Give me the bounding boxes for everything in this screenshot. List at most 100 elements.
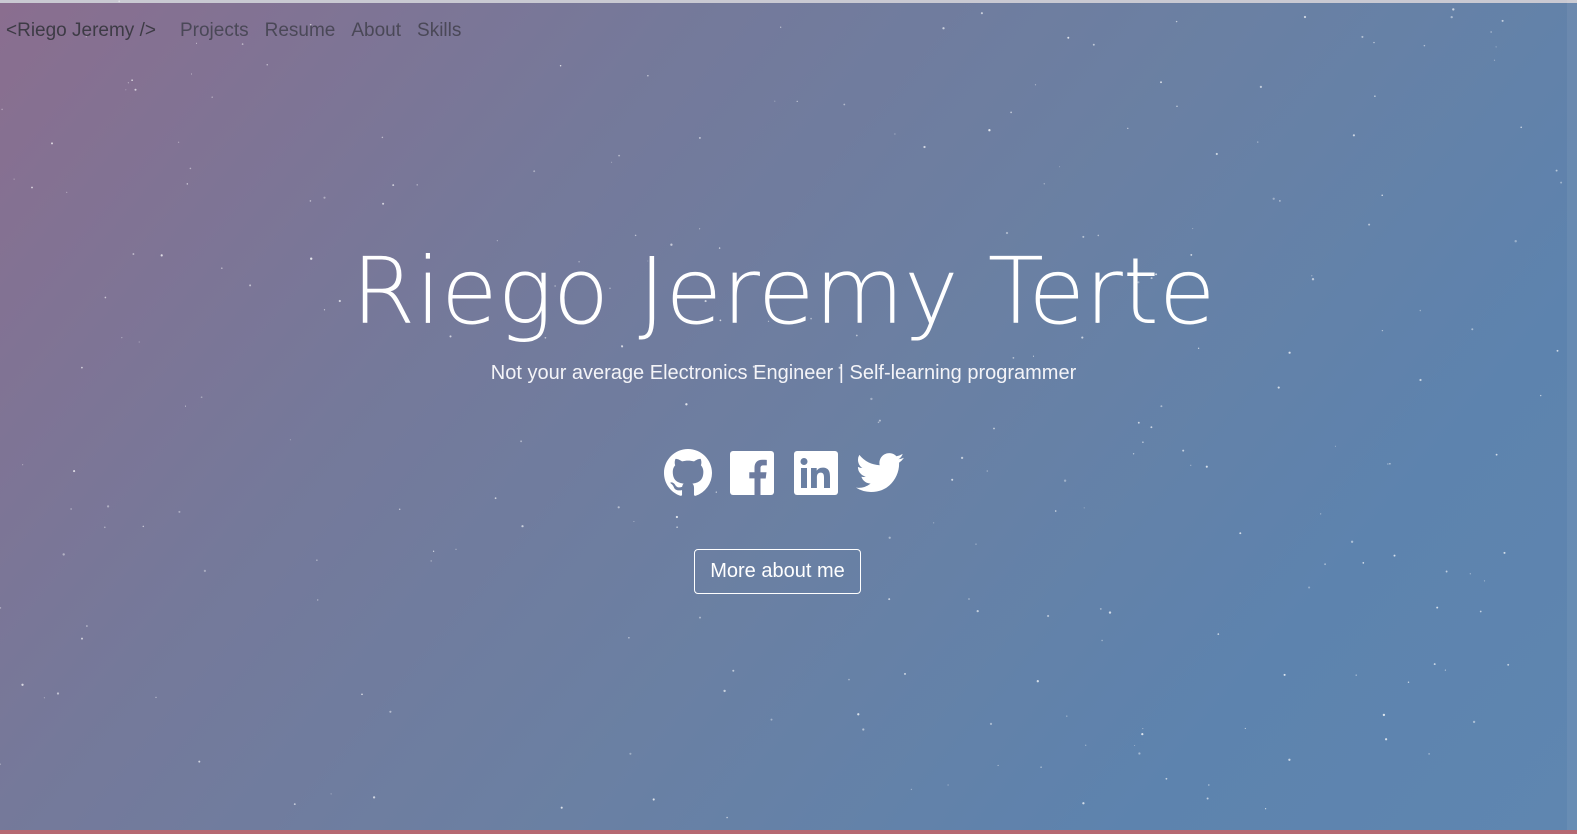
star-dot [389,710,392,713]
star-dot [196,42,197,44]
star-dot [1373,41,1375,44]
star-dot [947,784,949,786]
star-dot [652,798,655,801]
star-dot [559,64,562,67]
star-dot [392,184,395,187]
star-dot [878,419,881,422]
star-dot [1384,738,1388,741]
star-dot [1490,31,1492,33]
github-icon[interactable] [663,449,712,497]
nav-link-projects[interactable]: Projects [180,20,249,42]
star-dot [520,440,523,443]
star-dot [1160,81,1162,84]
facebook-icon[interactable] [728,449,776,497]
star-dot [1495,46,1497,48]
star-dot [1382,713,1386,717]
star-dot [975,543,977,545]
star-dot [50,142,54,145]
star-dot [904,672,906,675]
star-dot [1059,166,1061,168]
star-dot [1206,797,1209,800]
star-dot [1362,562,1365,564]
star-dot [1108,611,1112,614]
star-dot [1272,197,1275,200]
star-dot [843,103,846,106]
star-dot [633,520,635,523]
star-dot [1215,152,1218,156]
star-dot [1334,445,1336,447]
star-dot [241,43,244,45]
star-dot [316,559,318,561]
linkedin-icon[interactable] [792,449,840,497]
star-dot [1503,551,1506,554]
twitter-icon[interactable] [855,449,904,497]
star-dot [1352,134,1355,137]
star-dot [372,796,376,799]
star-dot [1520,126,1523,129]
star-dot [142,525,145,528]
star-dot [1355,674,1357,676]
star-dot [1381,194,1383,196]
nav-link-resume[interactable]: Resume [265,20,336,42]
star-dot [21,683,24,686]
more-about-me-button[interactable]: More about me [694,549,861,594]
star-dot [888,536,891,539]
star-dot [698,136,701,139]
scrollbar-track[interactable] [1567,0,1577,834]
star-dot [1428,753,1430,755]
star-dot [618,154,621,157]
brand-logo-link[interactable]: <Riego Jeremy /> [6,20,156,42]
star-dot [1099,607,1102,610]
star-dot [1277,386,1280,389]
hero-tagline: Not your average Electronics Engineer | … [490,362,1077,384]
star-dot [1082,802,1085,805]
star-dot [1279,200,1281,202]
star-dot [862,728,865,731]
star-dot [1444,669,1446,671]
star-dot [968,598,970,600]
star-dot [1501,19,1504,22]
star-dot [629,752,632,755]
star-dot [1540,394,1542,397]
star-dot [432,550,435,552]
star-dot [62,553,65,556]
star-dot [289,439,291,441]
star-dot [1450,15,1453,19]
star-dot [1423,44,1426,47]
star-dot [1257,141,1259,143]
star-dot [189,167,192,170]
star-dot [203,569,207,573]
star-dot [43,697,45,699]
star-dot [1259,85,1263,89]
star-dot [877,421,880,424]
star-dot [127,82,129,84]
star-dot [1555,169,1558,172]
star-dot [1034,84,1037,86]
star-dot [1469,573,1471,575]
nav-link-about[interactable]: About [351,20,401,42]
star-dot [31,186,33,189]
star-dot [0,607,2,609]
star-dot [1207,784,1210,786]
star-dot [0,763,1,765]
star-dot [997,764,999,766]
star-dot [980,12,983,15]
nav-link-skills[interactable]: Skills [417,20,461,42]
star-dot [1092,43,1095,46]
star-dot [317,599,319,601]
navbar: <Riego Jeremy /> Projects Resume About S… [6,20,477,42]
star-dot [1066,715,1068,717]
star-dot [942,27,945,30]
star-dot [1433,663,1436,666]
star-dot [1141,733,1144,736]
star-dot [1452,8,1455,11]
star-dot [177,141,180,143]
star-dot [1142,728,1144,730]
star-dot [382,202,385,205]
star-dot [309,200,312,202]
star-dot [770,718,773,721]
star-dot [989,722,993,726]
star-dot [323,196,326,199]
star-dot [118,0,121,3]
star-dot [70,508,72,510]
